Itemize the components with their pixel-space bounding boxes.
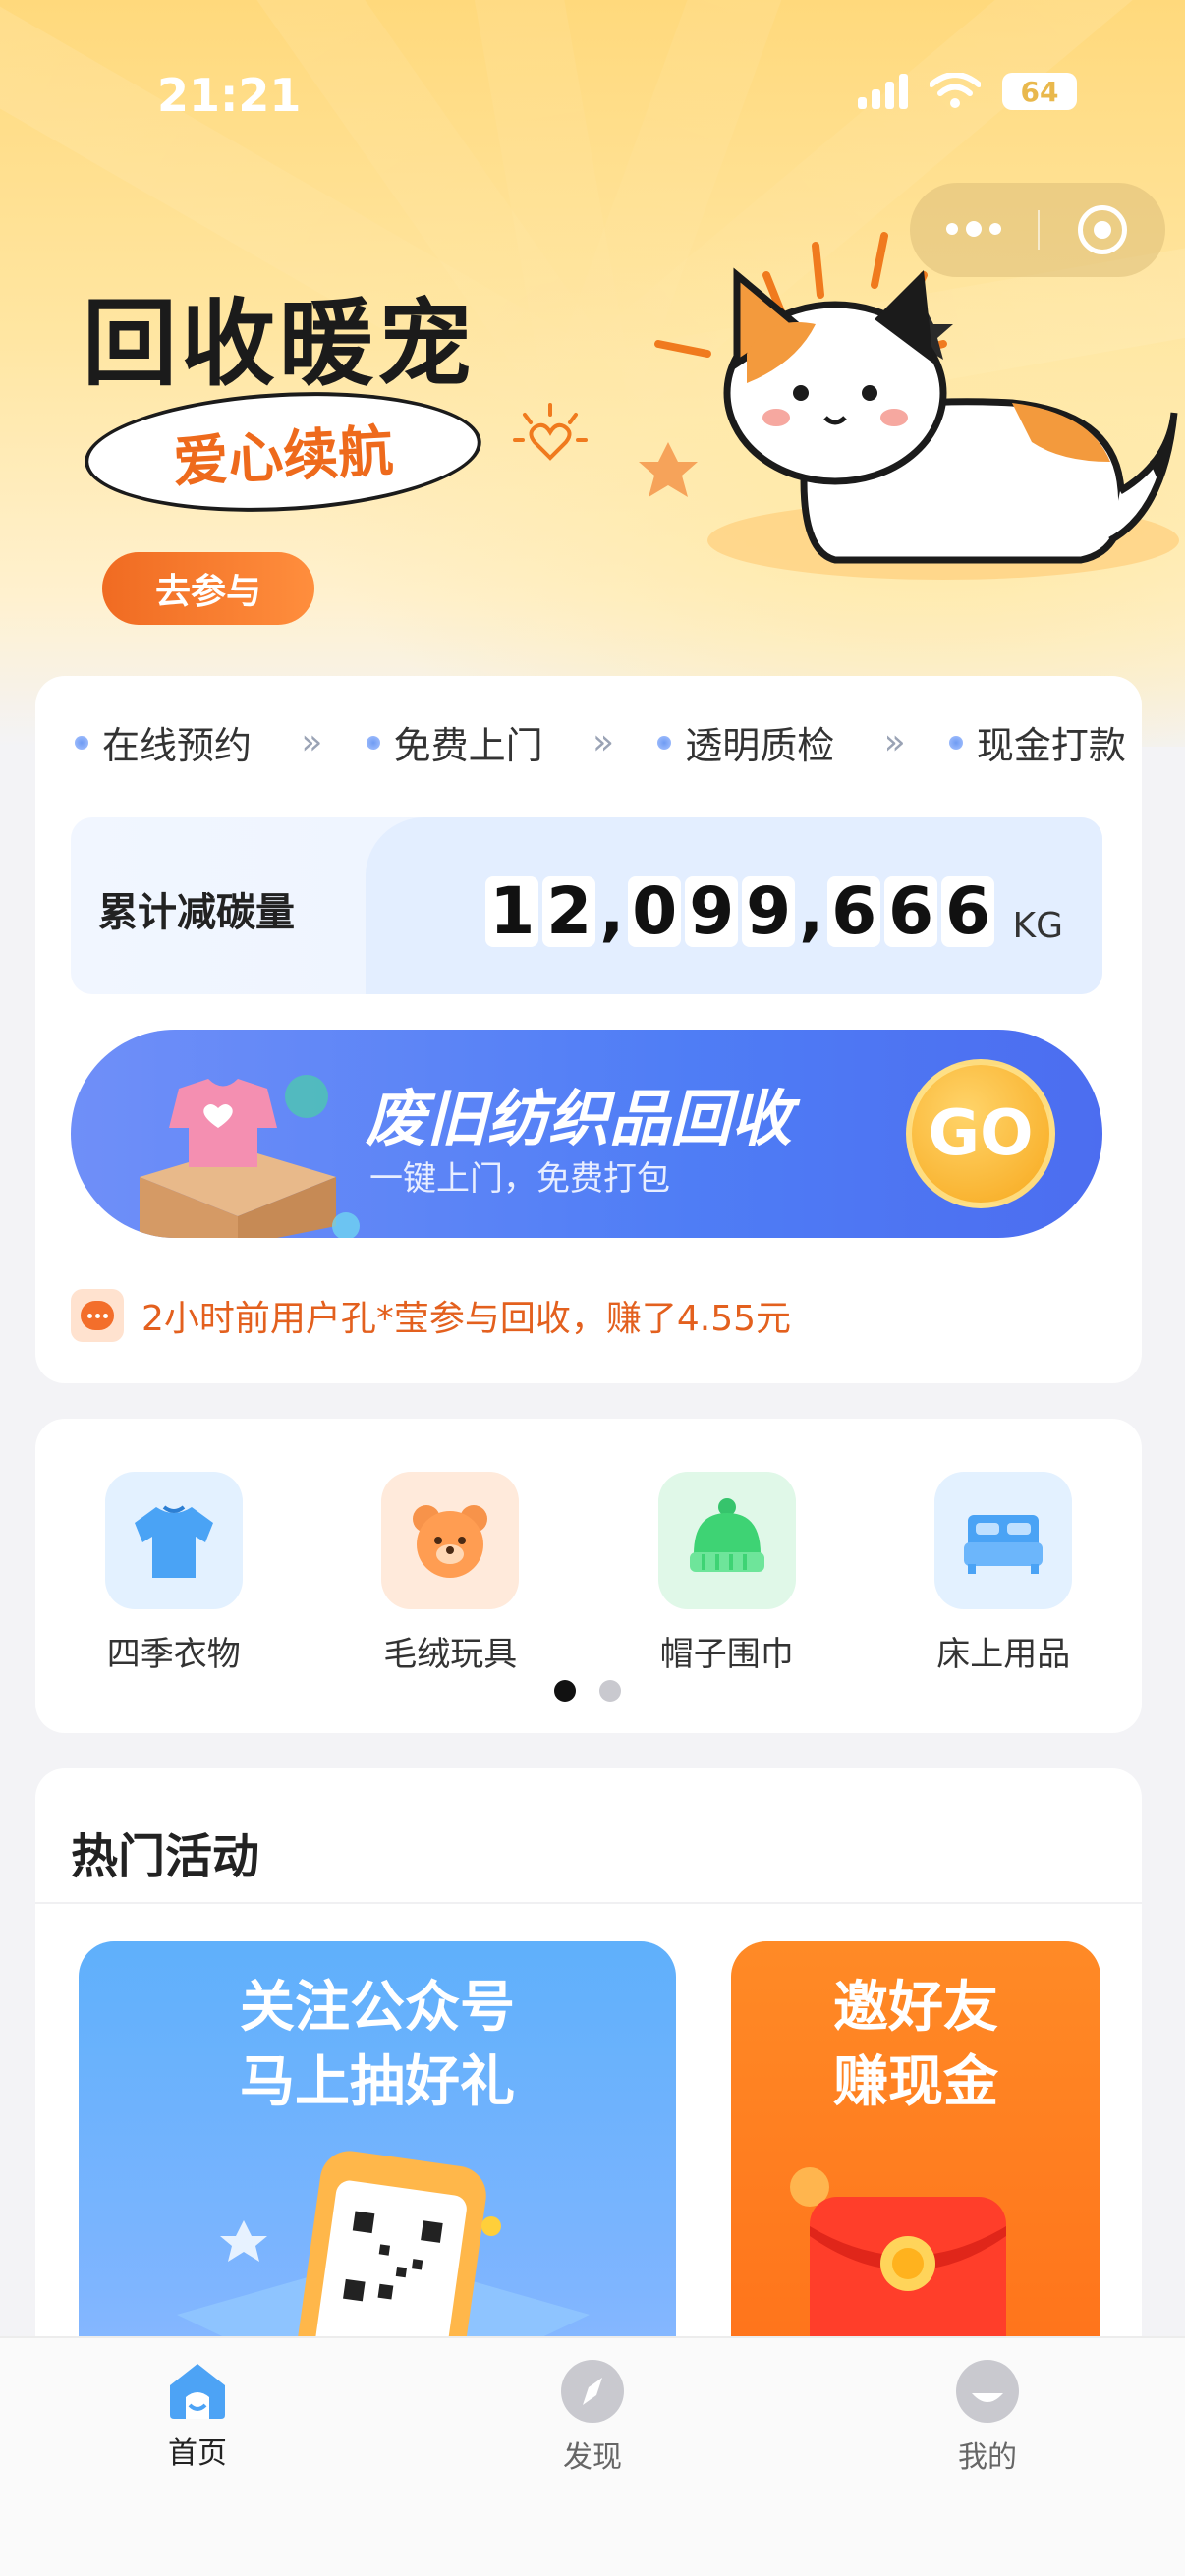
category-item-clothes[interactable]: 四季衣物 (35, 1472, 312, 1675)
category-grid: 四季衣物 毛绒玩具 帽子围巾 床上用品 (35, 1472, 1142, 1675)
chevron-right-icon: » (301, 722, 322, 762)
category-item-hats[interactable]: 帽子围巾 (589, 1472, 866, 1675)
step-item: 在线预约 (75, 715, 252, 769)
carbon-label: 累计减碳量 (98, 890, 295, 935)
signal-icon (858, 74, 908, 109)
category-item-bedding[interactable]: 床上用品 (866, 1472, 1143, 1675)
chat-bubble-icon (71, 1289, 124, 1342)
beanie-hat-icon (657, 1472, 796, 1609)
heart-sparkle-icon (513, 403, 588, 461)
tab-discover[interactable]: 发现 (395, 2338, 790, 2576)
battery-icon: 64 (1002, 73, 1077, 110)
banner-subtitle: 一键上门，免费打包 (369, 1159, 670, 1199)
bottom-tab-bar: 首页 发现 我的 (0, 2336, 1185, 2576)
wifi-icon (930, 73, 981, 108)
bed-icon (934, 1472, 1073, 1609)
process-steps: 在线预约 » 免费上门 » 透明质检 » 现金打款 (75, 715, 1126, 769)
chevron-right-icon: » (883, 722, 906, 762)
status-icons: 64 (858, 73, 1077, 110)
profile-icon (956, 2360, 1019, 2423)
carbon-counter: 累计减碳量 12, 099, 666 KG (71, 817, 1102, 994)
clothes-box-icon (140, 1075, 360, 1238)
calico-cat-illustration (639, 232, 1179, 580)
notice-text: 2小时前用户孔*莹参与回收，赚了4.55元 (141, 1299, 792, 1339)
page-indicator (554, 1680, 621, 1702)
sweater-icon (104, 1472, 243, 1609)
tab-home[interactable]: 首页 (0, 2338, 395, 2576)
home-icon (170, 2364, 225, 2419)
chevron-right-icon: » (592, 722, 614, 762)
carbon-unit: KG (1012, 906, 1063, 946)
hero-title: 回收暖宠 (83, 289, 476, 399)
tab-mine[interactable]: 我的 (790, 2338, 1185, 2576)
carbon-value: 12, 099, 666 (485, 876, 994, 947)
step-item: 现金打款 (948, 715, 1126, 769)
compass-icon (561, 2360, 624, 2423)
hero-subtitle: 爱心续航 (171, 419, 395, 495)
category-item-plush[interactable]: 毛绒玩具 (312, 1472, 590, 1675)
banner-title: 废旧纺织品回收 (366, 1083, 793, 1154)
teddy-bear-icon (381, 1472, 520, 1609)
join-button[interactable]: 去参与 (102, 552, 314, 625)
go-button[interactable]: GO (906, 1059, 1055, 1208)
category-card: 四季衣物 毛绒玩具 帽子围巾 床上用品 (35, 1419, 1142, 1733)
recent-activity-notice: 2小时前用户孔*莹参与回收，赚了4.55元 (71, 1289, 791, 1342)
status-time: 21:21 (157, 69, 302, 122)
hero-banner: 21:21 64 回收暖宠 爱心续航 去参与 (0, 0, 1185, 747)
recycle-card: 在线预约 » 免费上门 » 透明质检 » 现金打款 累计减碳量 12, 099,… (35, 676, 1142, 1383)
step-item: 透明质检 (657, 715, 834, 769)
step-item: 免费上门 (366, 715, 543, 769)
textile-recycle-banner[interactable]: 废旧纺织品回收 一键上门，免费打包 GO (71, 1030, 1102, 1238)
section-title: 热门活动 (71, 1829, 260, 1884)
